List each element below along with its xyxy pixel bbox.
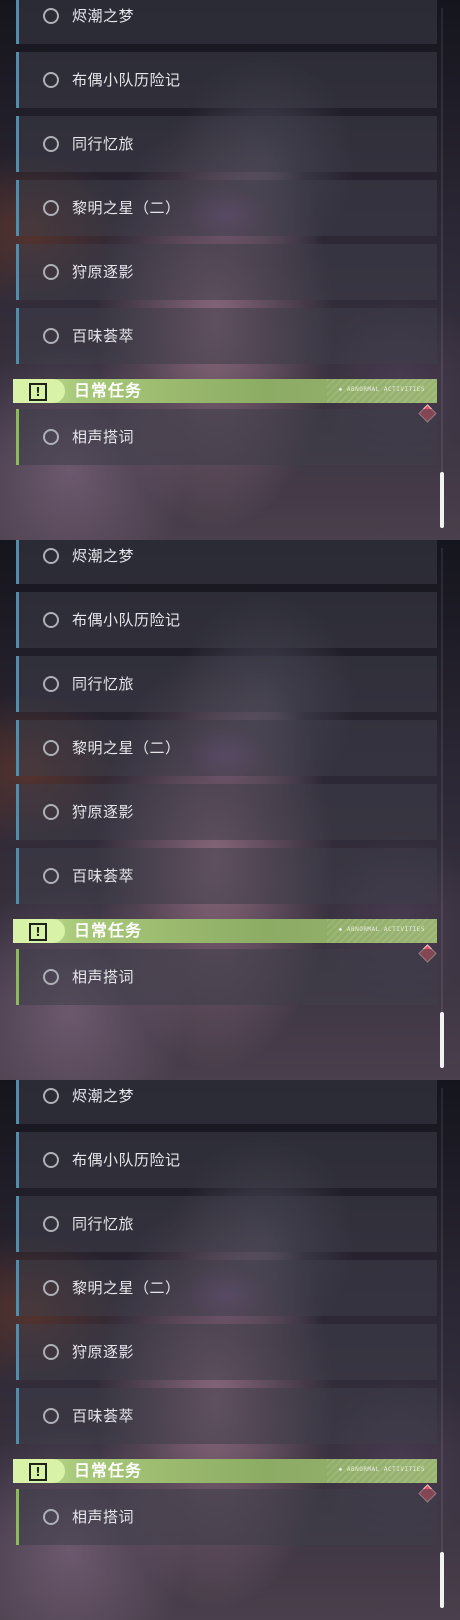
daily-quest-header: ! 日常任务 ◆ ABNORMAL ACTIVITIES [13,1459,437,1483]
quest-label: 布偶小队历险记 [72,1151,181,1169]
quest-item[interactable]: 黎明之星（二） [16,180,437,236]
quest-item[interactable]: 百味荟萃 [16,1388,437,1444]
circle-icon [43,804,59,820]
quest-item[interactable]: 黎明之星（二） [16,1260,437,1316]
circle-icon [43,1408,59,1424]
daily-quest-item[interactable]: 相声搭词 [16,949,437,1005]
circle-icon [43,740,59,756]
quest-item[interactable]: 布偶小队历险记 [16,592,437,648]
scrollbar-thumb[interactable] [440,472,444,528]
quest-label: 相声搭词 [72,1508,135,1526]
quest-list-panel-2: 烬潮之梦 布偶小队历险记 同行忆旅 黎明之星（二） 狩原逐影 百味荟萃 ! 日常… [0,540,460,1080]
quest-label: 烬潮之梦 [72,1087,135,1105]
scrollbar-thumb[interactable] [440,1552,444,1608]
daily-quest-item[interactable]: 相声搭词 [16,1489,437,1545]
quest-item[interactable]: 烬潮之梦 [16,1080,437,1124]
quest-item[interactable]: 狩原逐影 [16,784,437,840]
quest-label: 相声搭词 [72,428,135,446]
circle-icon [43,8,59,24]
quest-item[interactable]: 烬潮之梦 [16,0,437,44]
circle-icon [43,328,59,344]
section-title: 日常任务 [74,381,143,400]
section-title: 日常任务 [74,921,143,940]
circle-icon [43,264,59,280]
quest-label: 狩原逐影 [72,1343,135,1361]
quest-item[interactable]: 同行忆旅 [16,656,437,712]
circle-icon [43,1280,59,1296]
quest-item[interactable]: 布偶小队历险记 [16,52,437,108]
circle-icon [43,429,59,445]
circle-icon [43,1216,59,1232]
quest-item[interactable]: 布偶小队历险记 [16,1132,437,1188]
circle-icon [43,136,59,152]
section-title: 日常任务 [74,1461,143,1480]
quest-label: 狩原逐影 [72,263,135,281]
circle-icon [43,969,59,985]
circle-icon [43,676,59,692]
daily-quest-header: ! 日常任务 ◆ ABNORMAL ACTIVITIES [13,379,437,403]
circle-icon [43,1509,59,1525]
circle-icon [43,548,59,564]
scrollbar-track[interactable] [441,1088,443,1608]
section-tag: ◆ ABNORMAL ACTIVITIES [338,1466,425,1473]
warning-square-icon: ! [13,919,65,943]
quest-label: 烬潮之梦 [72,7,135,25]
quest-label: 布偶小队历险记 [72,611,181,629]
quest-item[interactable]: 百味荟萃 [16,848,437,904]
circle-icon [43,612,59,628]
circle-icon [43,1088,59,1104]
scrollbar-track[interactable] [441,8,443,528]
quest-label: 黎明之星（二） [72,199,181,217]
circle-icon [43,868,59,884]
quest-list-panel-3: 烬潮之梦 布偶小队历险记 同行忆旅 黎明之星（二） 狩原逐影 百味荟萃 ! 日常… [0,1080,460,1620]
scrollbar-thumb[interactable] [440,1012,444,1068]
warning-square-icon: ! [13,379,65,403]
quest-item[interactable]: 狩原逐影 [16,244,437,300]
quest-label: 百味荟萃 [72,327,135,345]
quest-label: 同行忆旅 [72,1215,135,1233]
quest-label: 布偶小队历险记 [72,71,181,89]
quest-label: 黎明之星（二） [72,1279,181,1297]
quest-item[interactable]: 狩原逐影 [16,1324,437,1380]
daily-quest-header: ! 日常任务 ◆ ABNORMAL ACTIVITIES [13,919,437,943]
quest-label: 同行忆旅 [72,135,135,153]
quest-label: 百味荟萃 [72,1407,135,1425]
quest-item[interactable]: 同行忆旅 [16,1196,437,1252]
section-tag: ◆ ABNORMAL ACTIVITIES [338,386,425,393]
circle-icon [43,200,59,216]
quest-item[interactable]: 百味荟萃 [16,308,437,364]
quest-label: 同行忆旅 [72,675,135,693]
quest-label: 烬潮之梦 [72,547,135,565]
quest-label: 百味荟萃 [72,867,135,885]
quest-item[interactable]: 烬潮之梦 [16,540,437,584]
quest-label: 狩原逐影 [72,803,135,821]
scrollbar-track[interactable] [441,548,443,1068]
quest-label: 相声搭词 [72,968,135,986]
warning-square-icon: ! [13,1459,65,1483]
circle-icon [43,1152,59,1168]
quest-label: 黎明之星（二） [72,739,181,757]
quest-item[interactable]: 黎明之星（二） [16,720,437,776]
circle-icon [43,72,59,88]
circle-icon [43,1344,59,1360]
section-tag: ◆ ABNORMAL ACTIVITIES [338,926,425,933]
quest-list-panel-1: 烬潮之梦 布偶小队历险记 同行忆旅 黎明之星（二） 狩原逐影 百味荟萃 ! 日常… [0,0,460,540]
daily-quest-item[interactable]: 相声搭词 [16,409,437,465]
quest-item[interactable]: 同行忆旅 [16,116,437,172]
